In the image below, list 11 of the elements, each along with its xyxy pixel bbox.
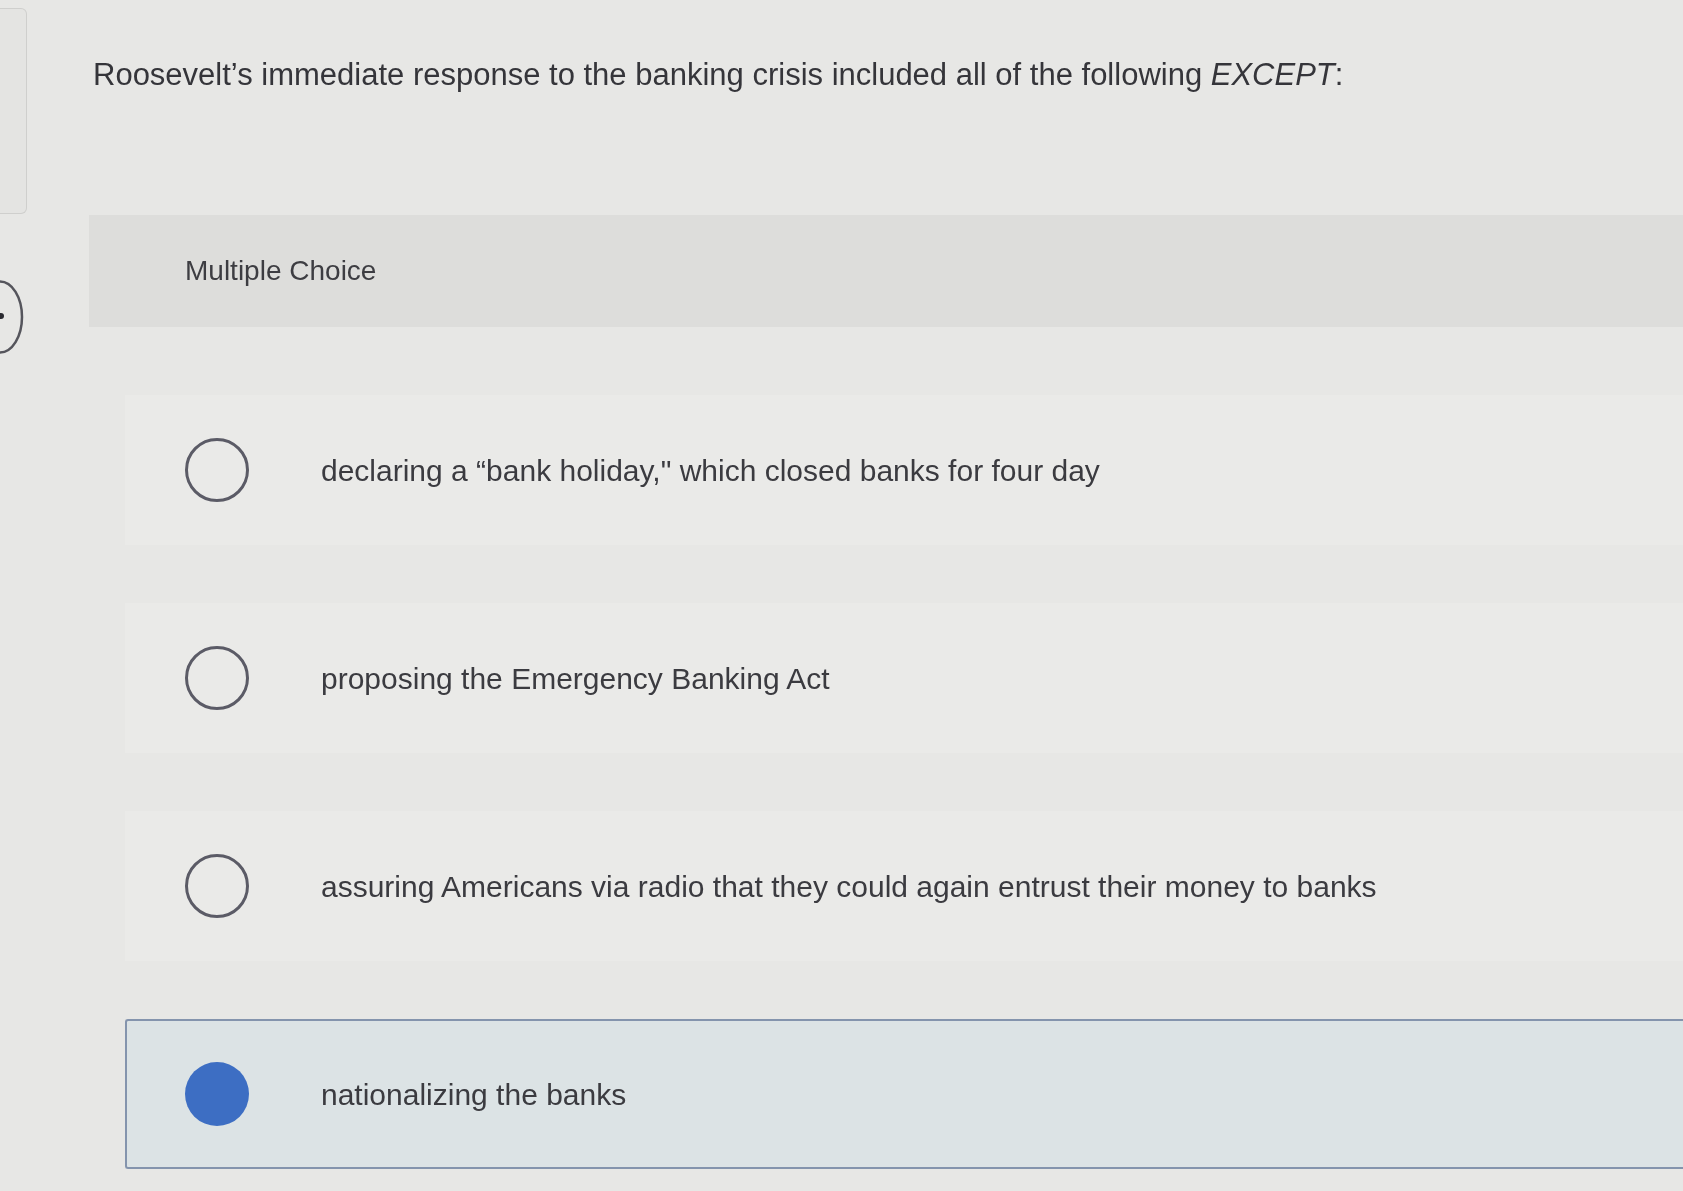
choice-option[interactable]: nationalizing the banks (125, 1019, 1683, 1169)
question-text: Roosevelt’s immediate response to the banking crisis included all of the following EXCEPT: (93, 56, 1344, 94)
question-type-label: Multiple Choice (185, 254, 377, 288)
half-circle-icon (0, 280, 24, 354)
choice-text: assuring Americans via radio that they could again entrust their money to banks (321, 868, 1377, 905)
radio-button[interactable] (185, 646, 249, 710)
choice-text: declaring a “bank holiday," which closed banks for four day (321, 452, 1100, 489)
choice-text: proposing the Emergency Banking Act (321, 660, 830, 697)
radio-button[interactable] (185, 854, 249, 918)
choice-text: nationalizing the banks (321, 1076, 627, 1113)
radio-button[interactable] (185, 438, 249, 502)
